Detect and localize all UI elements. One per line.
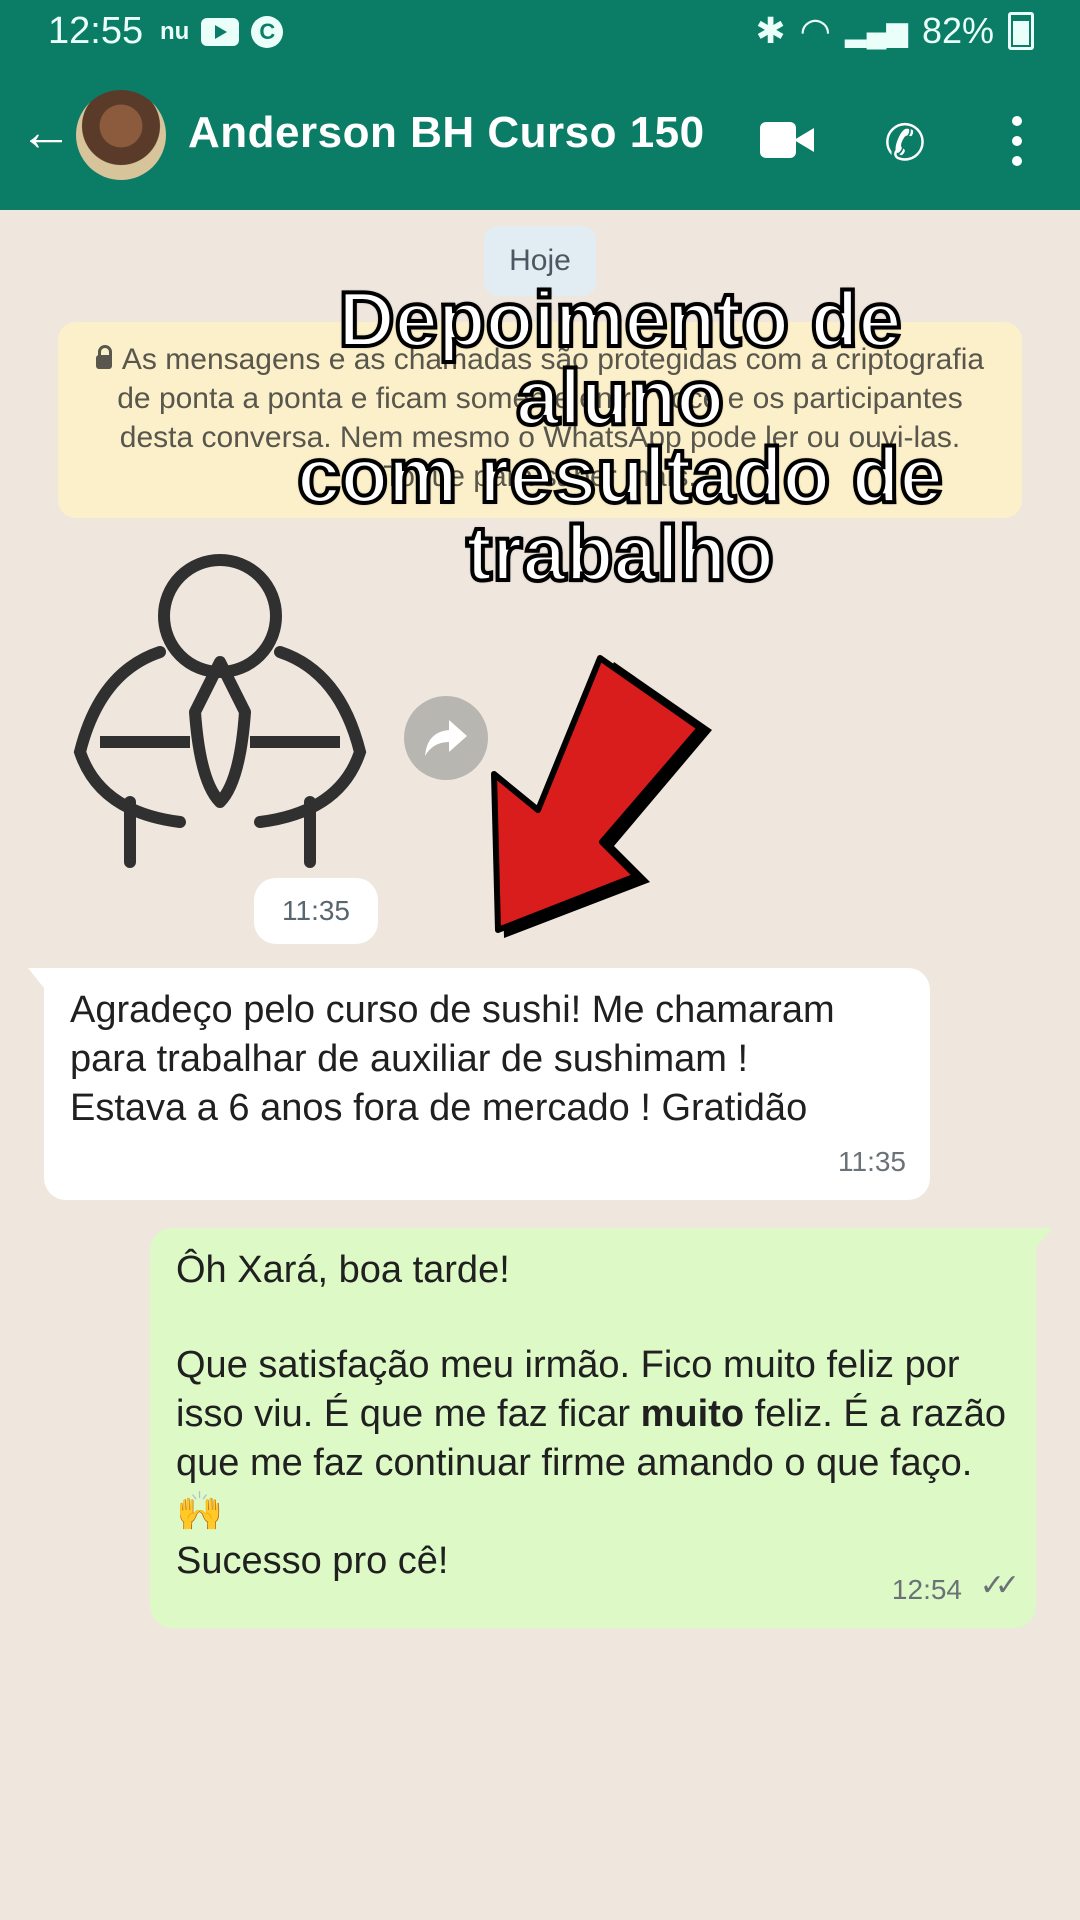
video-call-icon[interactable] [760, 122, 814, 158]
overlay-line-1: Depoimento de [336, 275, 903, 363]
outgoing-line-2: Que satisfação meu irmão. Fico muito fel… [176, 1344, 1006, 1533]
c-notification-icon: C [251, 16, 284, 48]
red-arrow-graphic [491, 655, 712, 938]
status-notifications: nu C [160, 16, 284, 48]
outgoing-line-3: Sucesso pro cê! [176, 1540, 449, 1582]
more-vert-icon[interactable] [1012, 116, 1022, 166]
contact-name[interactable]: Anderson BH Curso 150 [188, 108, 705, 158]
outgoing-message-time: 12:54 [891, 1574, 962, 1605]
wifi-icon: ◠ [799, 10, 832, 51]
outgoing-message-bubble[interactable]: Ôh Xará, boa tarde! Que satisfação meu i… [150, 1228, 1052, 1628]
signal-icon: ▂▄▆ [845, 15, 908, 47]
phone-icon[interactable]: ✆ [884, 114, 926, 172]
battery-icon [1008, 12, 1034, 50]
status-time: 12:55 [48, 10, 144, 52]
praying-sticker[interactable] [60, 552, 380, 872]
arrow-back-icon[interactable]: ← [18, 104, 74, 160]
incoming-message-text: Agradeço pelo curso de sushi! Me chamara… [70, 989, 835, 1129]
read-ticks-icon: ✓✓ [979, 1569, 1020, 1602]
incoming-message-time: 11:35 [838, 1146, 906, 1177]
status-system-icons: ✱ ◠ ▂▄▆ 82% [755, 10, 1034, 52]
youtube-notification-icon [201, 18, 240, 46]
outgoing-line-1: Ôh Xará, boa tarde! [176, 1249, 510, 1291]
sticker-time: 11:35 [254, 878, 378, 944]
testimonial-overlay: Depoimento de aluno com resultado de tra… [230, 275, 1010, 597]
battery-percent: 82% [921, 10, 994, 51]
overlay-line-4: trabalho [464, 509, 776, 597]
chat-header: ← Anderson BH Curso 150 ✆ [0, 64, 1080, 210]
status-bar: 12:55 nu C ✱ ◠ ▂▄▆ 82% [0, 0, 1080, 64]
forward-icon [425, 720, 467, 756]
bluetooth-icon: ✱ [755, 10, 786, 51]
forward-button[interactable] [404, 696, 488, 780]
overlay-line-3: com resultado de [295, 431, 945, 519]
nu-notification-icon: nu [160, 18, 190, 45]
avatar[interactable] [76, 90, 166, 180]
lock-icon [95, 345, 112, 369]
overlay-line-2: aluno [514, 353, 726, 441]
incoming-message-bubble[interactable]: Agradeço pelo curso de sushi! Me chamara… [28, 968, 930, 1200]
